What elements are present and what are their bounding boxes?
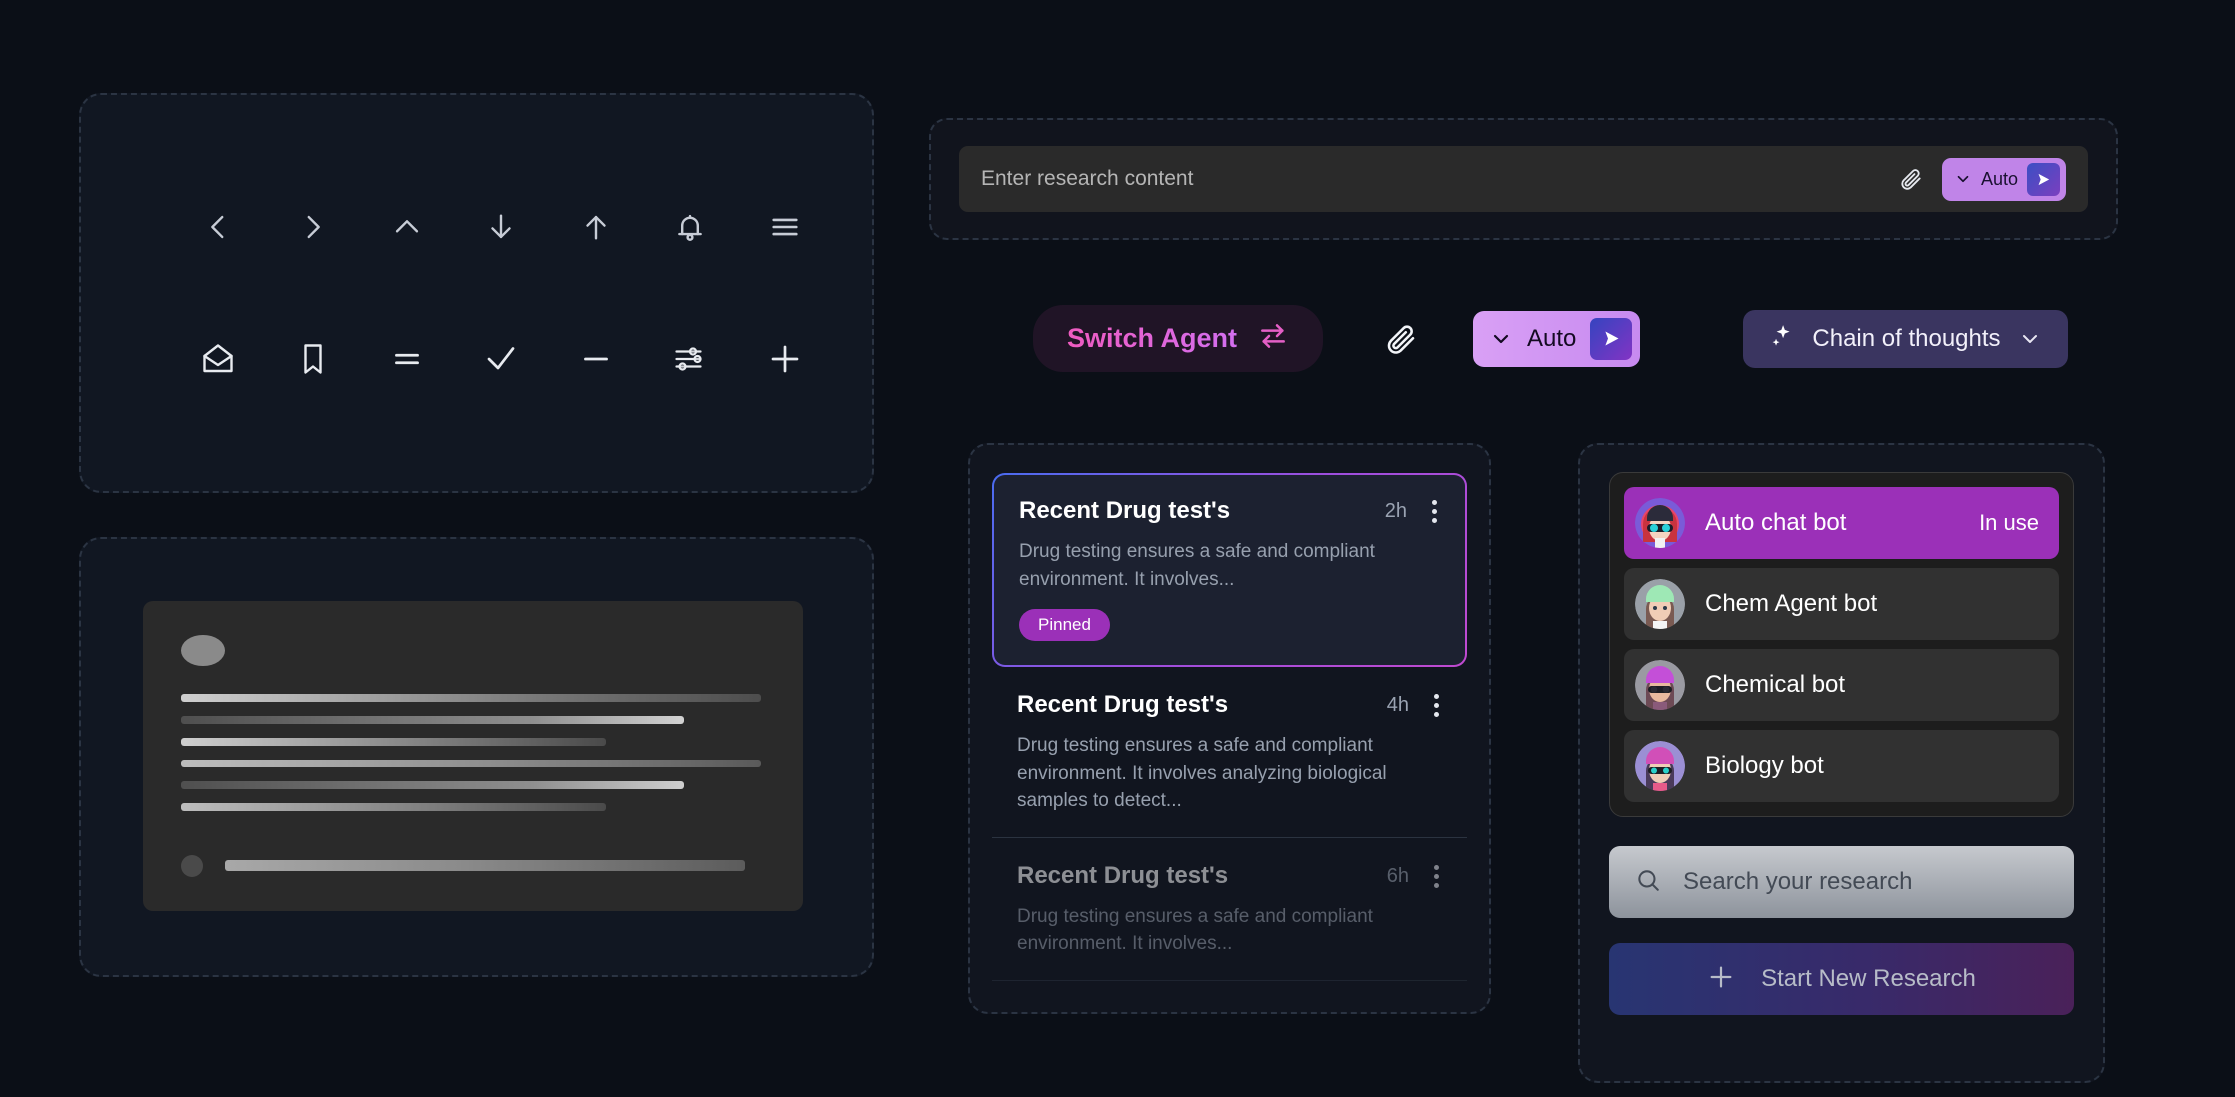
send-icon[interactable] <box>2027 163 2060 196</box>
card-description: Drug testing ensures a safe and complian… <box>1019 538 1440 593</box>
bot-list-item-chemical-bot[interactable]: Chemical bot <box>1624 649 2059 721</box>
skeleton-loader-panel <box>79 537 874 977</box>
avatar <box>1635 741 1685 791</box>
card-menu-icon[interactable] <box>1431 691 1442 720</box>
research-card[interactable]: Recent Drug test's 4h Drug testing ensur… <box>992 667 1467 838</box>
card-description: Drug testing ensures a safe and complian… <box>1017 903 1442 958</box>
agent-toolbar: Switch Agent Auto Chain of thoughts <box>1033 305 2068 372</box>
chevron-left-icon[interactable] <box>171 196 265 258</box>
sparkles-icon <box>1769 323 1795 354</box>
icon-row-navigation <box>121 196 832 258</box>
equals-icon[interactable] <box>360 328 454 390</box>
bell-icon[interactable] <box>643 196 737 258</box>
search-input[interactable]: Search your research <box>1609 846 2074 918</box>
skeleton-dot <box>181 855 203 877</box>
research-input-field[interactable]: Enter research content Auto <box>959 146 2088 212</box>
model-label-large: Auto <box>1527 325 1576 353</box>
plus-icon <box>1707 963 1735 996</box>
status-badge: Pinned <box>1019 609 1110 641</box>
bot-list-item-biology-bot[interactable]: Biology bot <box>1624 730 2059 802</box>
plus-icon[interactable] <box>738 328 832 390</box>
card-menu-icon[interactable] <box>1429 497 1440 526</box>
avatar <box>1635 498 1685 548</box>
card-timestamp: 4h <box>1387 694 1409 717</box>
bots-panel: Auto chat bot In use Chem Agent bot <box>1578 443 2105 1083</box>
switch-agent-label: Switch Agent <box>1067 323 1237 354</box>
research-input-placeholder: Enter research content <box>981 167 1898 191</box>
card-header: Recent Drug test's 6h <box>1017 862 1442 891</box>
bot-name: Biology bot <box>1705 752 2019 780</box>
research-history-panel: Recent Drug test's 2h Drug testing ensur… <box>968 443 1491 1014</box>
card-header: Recent Drug test's 2h <box>1019 497 1440 526</box>
skeleton-avatar <box>181 635 225 666</box>
card-menu-icon[interactable] <box>1431 862 1442 891</box>
arrow-up-icon[interactable] <box>549 196 643 258</box>
bots-list: Auto chat bot In use Chem Agent bot <box>1609 472 2074 817</box>
bot-list-item-auto-chat-bot[interactable]: Auto chat bot In use <box>1624 487 2059 559</box>
chevron-up-icon[interactable] <box>360 196 454 258</box>
card-timestamp: 2h <box>1385 500 1407 523</box>
card-title: Recent Drug test's <box>1019 497 1230 525</box>
avatar <box>1635 660 1685 710</box>
chevron-down-icon <box>1954 170 1972 188</box>
bot-name: Chem Agent bot <box>1705 590 2019 618</box>
avatar <box>1635 579 1685 629</box>
minus-icon[interactable] <box>549 328 643 390</box>
skeleton-line <box>181 781 684 789</box>
left-column <box>79 93 874 977</box>
bookmark-icon[interactable] <box>265 328 359 390</box>
paperclip-icon[interactable] <box>1898 166 1924 192</box>
model-label-small: Auto <box>1981 169 2018 190</box>
bot-list-item-chem-agent-bot[interactable]: Chem Agent bot <box>1624 568 2059 640</box>
skeleton-line <box>181 760 761 768</box>
card-header: Recent Drug test's 4h <box>1017 691 1442 720</box>
chevron-down-icon <box>2018 327 2042 351</box>
skeleton-card <box>143 601 803 911</box>
skeleton-line <box>181 716 684 724</box>
arrow-down-icon[interactable] <box>454 196 548 258</box>
send-icon[interactable] <box>1590 318 1632 360</box>
search-icon <box>1635 867 1661 898</box>
bot-name: Chemical bot <box>1705 671 2019 699</box>
skeleton-line <box>181 738 606 746</box>
card-title: Recent Drug test's <box>1017 862 1228 890</box>
card-title: Recent Drug test's <box>1017 691 1228 719</box>
bot-status: In use <box>1979 510 2039 536</box>
chevron-right-icon[interactable] <box>265 196 359 258</box>
icon-row-actions <box>121 328 832 390</box>
model-selector-small[interactable]: Auto <box>1942 158 2066 201</box>
sliders-icon[interactable] <box>643 328 737 390</box>
chevron-down-icon <box>1489 327 1513 351</box>
swap-arrows-icon <box>1257 320 1289 357</box>
research-card[interactable]: Recent Drug test's 6h Drug testing ensur… <box>992 838 1467 981</box>
research-card-selected[interactable]: Recent Drug test's 2h Drug testing ensur… <box>992 473 1467 667</box>
model-selector-large[interactable]: Auto <box>1473 311 1640 367</box>
start-new-research-label: Start New Research <box>1761 965 1976 993</box>
paperclip-icon[interactable] <box>1383 321 1419 357</box>
chain-of-thoughts-label: Chain of thoughts <box>1812 325 2000 353</box>
search-placeholder: Search your research <box>1683 868 1912 896</box>
research-input-panel: Enter research content Auto <box>929 118 2118 240</box>
open-envelope-icon[interactable] <box>171 328 265 390</box>
start-new-research-button[interactable]: Start New Research <box>1609 943 2074 1015</box>
switch-agent-button[interactable]: Switch Agent <box>1033 305 1323 372</box>
skeleton-line <box>225 860 745 871</box>
skeleton-line <box>181 694 761 702</box>
hamburger-menu-icon[interactable] <box>738 196 832 258</box>
bot-name: Auto chat bot <box>1705 509 1959 537</box>
card-description: Drug testing ensures a safe and complian… <box>1017 732 1442 815</box>
icon-toolbar-panel <box>79 93 874 493</box>
card-timestamp: 6h <box>1387 865 1409 888</box>
check-icon[interactable] <box>454 328 548 390</box>
chain-of-thoughts-button[interactable]: Chain of thoughts <box>1743 310 2067 368</box>
skeleton-line <box>181 803 606 811</box>
skeleton-footer <box>181 855 765 877</box>
